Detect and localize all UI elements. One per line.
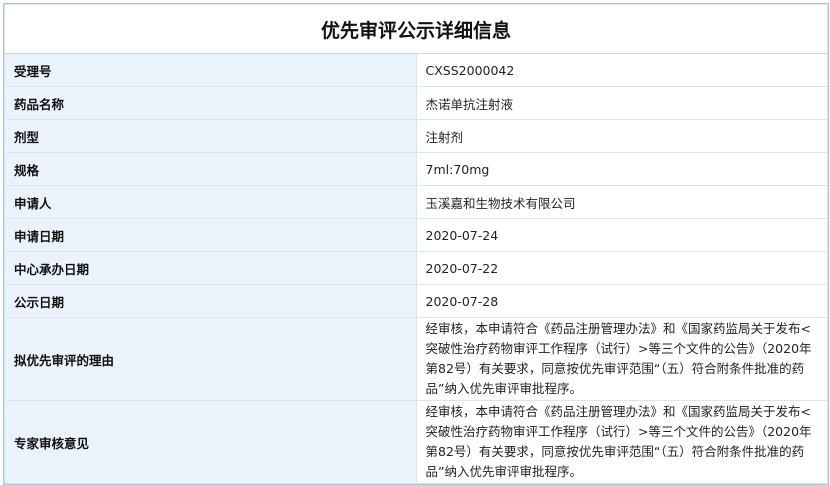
field-value-dosage-form: 注射剂 — [415, 119, 828, 153]
field-value-specification: 7ml:70mg — [415, 152, 828, 186]
field-label-priority-reason: 拟优先审评的理由 — [4, 317, 417, 401]
field-label-acceptance-number: 受理号 — [4, 53, 417, 87]
field-value-acceptance-number: CXSS2000042 — [415, 53, 828, 87]
title-row: 优先审评公示详细信息 — [4, 4, 828, 54]
field-value-expert-opinion: 经审核，本申请符合《药品注册管理办法》和《国家药监局关于发布<突破性治疗药物审评… — [415, 400, 828, 484]
detail-table: 优先审评公示详细信息 受理号 CXSS2000042 药品名称 杰诺单抗注射液 … — [4, 4, 828, 484]
table-row: 公示日期 2020-07-28 — [4, 284, 828, 318]
field-label-publication-date: 公示日期 — [4, 284, 417, 318]
table-row: 中心承办日期 2020-07-22 — [4, 251, 828, 285]
table-row: 拟优先审评的理由 经审核，本申请符合《药品注册管理办法》和《国家药监局关于发布<… — [4, 317, 828, 401]
table-row: 规格 7ml:70mg — [4, 152, 828, 186]
field-label-center-date: 中心承办日期 — [4, 251, 417, 285]
field-value-drug-name: 杰诺单抗注射液 — [415, 86, 828, 120]
field-label-application-date: 申请日期 — [4, 218, 417, 252]
field-label-dosage-form: 剂型 — [4, 119, 417, 153]
page-title: 优先审评公示详细信息 — [4, 4, 828, 54]
field-value-publication-date: 2020-07-28 — [415, 284, 828, 318]
field-label-expert-opinion: 专家审核意见 — [4, 400, 417, 484]
table-row: 申请日期 2020-07-24 — [4, 218, 828, 252]
table-row: 申请人 玉溪嘉和生物技术有限公司 — [4, 185, 828, 219]
table-row: 受理号 CXSS2000042 — [4, 53, 828, 87]
field-value-application-date: 2020-07-24 — [415, 218, 828, 252]
field-label-applicant: 申请人 — [4, 185, 417, 219]
table-row: 药品名称 杰诺单抗注射液 — [4, 86, 828, 120]
detail-panel: 优先审评公示详细信息 受理号 CXSS2000042 药品名称 杰诺单抗注射液 … — [3, 3, 829, 485]
table-row: 剂型 注射剂 — [4, 119, 828, 153]
field-label-specification: 规格 — [4, 152, 417, 186]
field-label-drug-name: 药品名称 — [4, 86, 417, 120]
field-value-priority-reason: 经审核，本申请符合《药品注册管理办法》和《国家药监局关于发布<突破性治疗药物审评… — [415, 317, 828, 401]
field-value-center-date: 2020-07-22 — [415, 251, 828, 285]
field-value-applicant: 玉溪嘉和生物技术有限公司 — [415, 185, 828, 219]
table-row: 专家审核意见 经审核，本申请符合《药品注册管理办法》和《国家药监局关于发布<突破… — [4, 400, 828, 484]
